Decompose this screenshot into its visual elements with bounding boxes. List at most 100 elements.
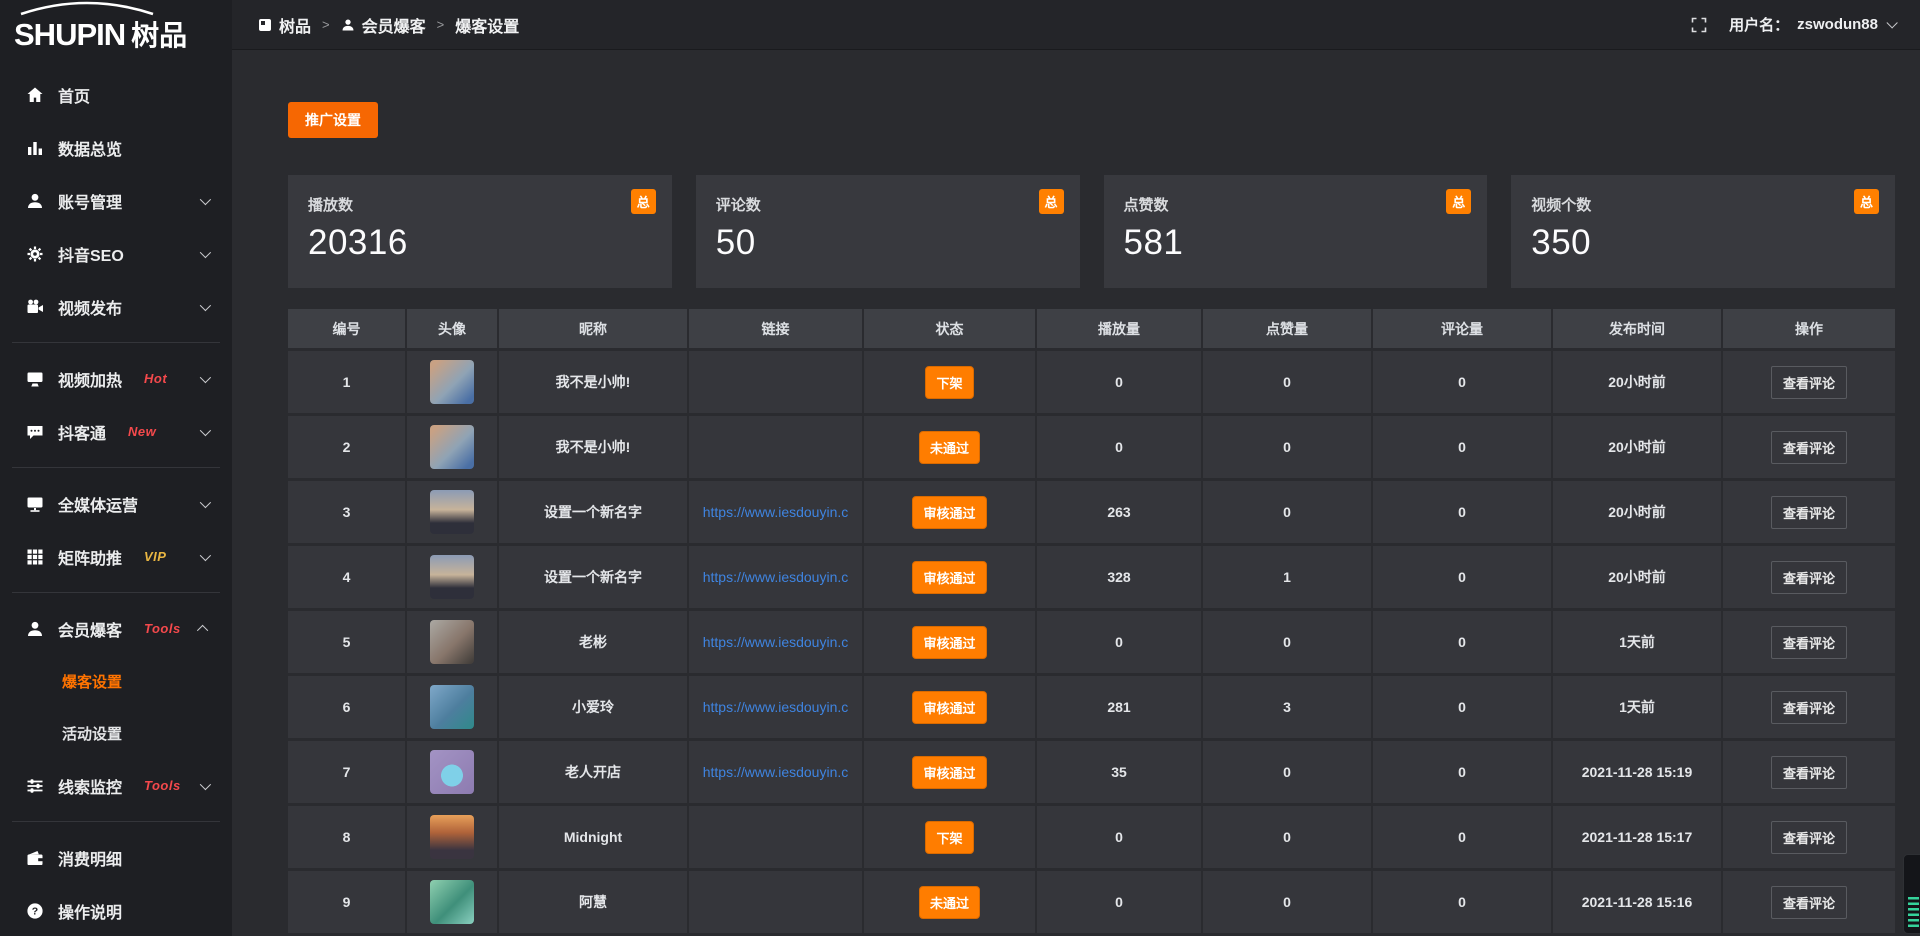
chevron-down-icon — [200, 371, 211, 382]
cell-time: 20小时前 — [1553, 416, 1721, 478]
submenu-item-label: 活动设置 — [62, 723, 122, 744]
table-row: 9 阿慧 未通过 0 0 0 2021-11-28 15:16 查看评论 — [288, 871, 1895, 933]
cell-likes: 0 — [1203, 871, 1371, 933]
view-comments-button[interactable]: 查看评论 — [1771, 496, 1847, 529]
cell-comments: 0 — [1373, 481, 1551, 543]
user-icon — [341, 18, 355, 32]
cell-nickname: 阿慧 — [499, 871, 687, 933]
col-header-link: 链接 — [689, 309, 862, 348]
col-header-time: 发布时间 — [1553, 309, 1721, 348]
breadcrumb-item-baoke-settings[interactable]: 爆客设置 — [455, 13, 519, 37]
sidebar-item-video-publish[interactable]: 视频发布 — [0, 280, 232, 333]
chevron-down-icon — [200, 299, 211, 310]
sidebar-item-label: 线索监控 — [58, 774, 122, 798]
cell-action: 查看评论 — [1723, 676, 1895, 738]
video-link[interactable]: https://www.iesdouyin.c — [703, 764, 849, 780]
sidebar-item-douyin-seo[interactable]: 抖音SEO — [0, 227, 232, 280]
cell-plays: 0 — [1037, 611, 1201, 673]
floating-scroll-widget[interactable] — [1903, 854, 1920, 934]
cell-action: 查看评论 — [1723, 546, 1895, 608]
view-comments-button[interactable]: 查看评论 — [1771, 756, 1847, 789]
sidebar-item-clue-monitor[interactable]: 线索监控 Tools — [0, 759, 232, 812]
view-comments-button[interactable]: 查看评论 — [1771, 561, 1847, 594]
cell-plays: 328 — [1037, 546, 1201, 608]
sidebar-item-consume-detail[interactable]: 消费明细 — [0, 831, 232, 884]
video-link[interactable]: https://www.iesdouyin.c — [703, 569, 849, 585]
cell-link: https://www.iesdouyin.c — [689, 611, 862, 673]
cell-plays: 0 — [1037, 806, 1201, 868]
breadcrumb-separator: > — [437, 17, 445, 32]
sliders-icon — [25, 776, 44, 795]
sidebar-item-home[interactable]: 首页 — [0, 68, 232, 121]
sidebar: SHUPIN 树品 首页 数据总览 账号管理 — [0, 0, 232, 936]
cell-avatar — [407, 481, 497, 543]
cell-status: 下架 — [864, 806, 1035, 868]
cell-likes: 0 — [1203, 351, 1371, 413]
chevron-down-icon — [200, 424, 211, 435]
cell-plays: 0 — [1037, 871, 1201, 933]
cell-no: 5 — [288, 611, 405, 673]
fullscreen-icon[interactable] — [1691, 17, 1707, 33]
avatar — [430, 425, 474, 469]
table-row: 3 设置一个新名字 https://www.iesdouyin.c 审核通过 2… — [288, 481, 1895, 543]
sidebar-divider — [12, 342, 220, 343]
tools-badge: Tools — [144, 621, 181, 636]
breadcrumb-item-member-baoke[interactable]: 会员爆客 — [341, 13, 426, 37]
widget-bars-icon — [1908, 895, 1919, 927]
logo-text-en: SHUPIN — [14, 19, 125, 50]
cell-avatar — [407, 871, 497, 933]
sidebar-item-member-baoke[interactable]: 会员爆客 Tools — [0, 602, 232, 655]
promo-settings-button[interactable]: 推广设置 — [288, 102, 378, 138]
cell-avatar — [407, 546, 497, 608]
cell-status: 审核通过 — [864, 611, 1035, 673]
col-header-plays: 播放量 — [1037, 309, 1201, 348]
vip-badge: VIP — [144, 549, 166, 564]
sidebar-item-video-heat[interactable]: 视频加热 Hot — [0, 352, 232, 405]
cell-comments: 0 — [1373, 416, 1551, 478]
cell-status: 审核通过 — [864, 741, 1035, 803]
cell-no: 3 — [288, 481, 405, 543]
user-menu[interactable]: 用户名：zswodun88 — [1729, 14, 1894, 35]
avatar — [430, 490, 474, 534]
avatar — [430, 880, 474, 924]
view-comments-button[interactable]: 查看评论 — [1771, 886, 1847, 919]
table-row: 6 小爱玲 https://www.iesdouyin.c 审核通过 281 3… — [288, 676, 1895, 738]
breadcrumb-item-shupin[interactable]: 树品 — [258, 13, 311, 37]
cell-avatar — [407, 351, 497, 413]
video-link[interactable]: https://www.iesdouyin.c — [703, 504, 849, 520]
stat-card-videos: 视频个数 350 总 — [1511, 175, 1895, 288]
view-comments-button[interactable]: 查看评论 — [1771, 821, 1847, 854]
tools-badge: Tools — [144, 778, 181, 793]
sidebar-item-matrix-boost[interactable]: 矩阵助推 VIP — [0, 530, 232, 583]
video-link[interactable]: https://www.iesdouyin.c — [703, 634, 849, 650]
sidebar-subitem-baoke-settings[interactable]: 爆客设置 — [0, 655, 232, 707]
total-badge: 总 — [1039, 189, 1064, 214]
sidebar-item-all-media[interactable]: 全媒体运营 — [0, 477, 232, 530]
cell-nickname: 小爱玲 — [499, 676, 687, 738]
sidebar-item-douketong[interactable]: 抖客通 New — [0, 405, 232, 458]
table-row: 8 Midnight 下架 0 0 0 2021-11-28 15:17 查看评… — [288, 806, 1895, 868]
chevron-down-icon — [200, 549, 211, 560]
new-badge: New — [128, 424, 156, 439]
view-comments-button[interactable]: 查看评论 — [1771, 366, 1847, 399]
status-badge: 下架 — [925, 821, 973, 854]
view-comments-button[interactable]: 查看评论 — [1771, 431, 1847, 464]
sidebar-item-account-mgmt[interactable]: 账号管理 — [0, 174, 232, 227]
sidebar-item-data-overview[interactable]: 数据总览 — [0, 121, 232, 174]
video-link[interactable]: https://www.iesdouyin.c — [703, 699, 849, 715]
view-comments-button[interactable]: 查看评论 — [1771, 691, 1847, 724]
cell-status: 审核通过 — [864, 676, 1035, 738]
sidebar-item-help[interactable]: ? 操作说明 — [0, 884, 232, 936]
cell-link: https://www.iesdouyin.c — [689, 481, 862, 543]
cell-nickname: 我不是小帅! — [499, 416, 687, 478]
table-row: 7 老人开店 https://www.iesdouyin.c 审核通过 35 0… — [288, 741, 1895, 803]
help-icon: ? — [25, 901, 44, 920]
cell-action: 查看评论 — [1723, 611, 1895, 673]
home-icon — [25, 85, 44, 104]
cell-likes: 0 — [1203, 481, 1371, 543]
sidebar-subitem-activity-settings[interactable]: 活动设置 — [0, 707, 232, 759]
status-badge: 未通过 — [919, 886, 980, 919]
view-comments-button[interactable]: 查看评论 — [1771, 626, 1847, 659]
cell-plays: 0 — [1037, 351, 1201, 413]
col-header-nickname: 昵称 — [499, 309, 687, 348]
